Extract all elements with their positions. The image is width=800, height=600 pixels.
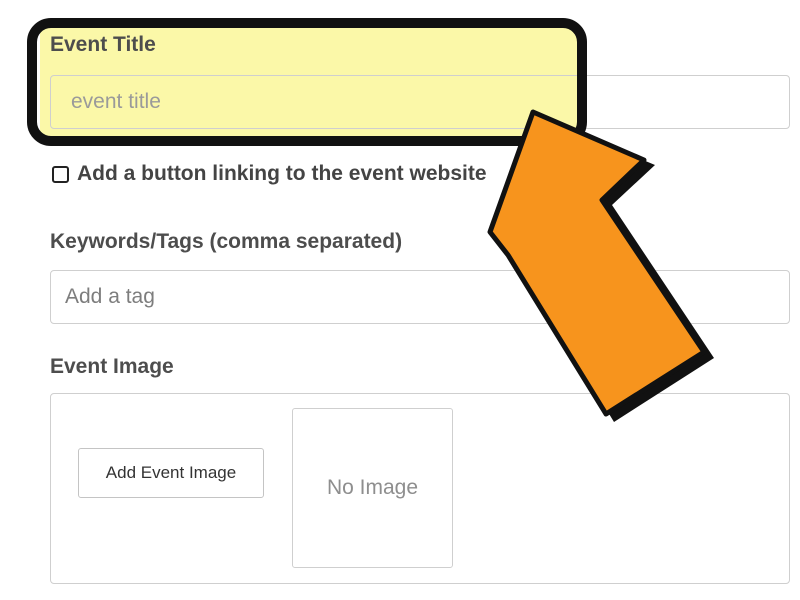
website-button-checkbox[interactable]: [52, 165, 69, 183]
event-title-input[interactable]: [50, 75, 790, 129]
tags-input[interactable]: [50, 270, 790, 324]
no-image-text: No Image: [326, 476, 419, 499]
add-event-image-button[interactable]: Add Event Image: [78, 448, 264, 498]
event-image-label: Event Image: [50, 355, 174, 378]
arrow-body: [487, 109, 707, 417]
tags-label: Keywords/Tags (comma separated): [50, 230, 403, 253]
event-title-label: Event Title: [50, 33, 156, 56]
website-button-label: Add a button linking to the event websit…: [77, 162, 487, 185]
website-button-option[interactable]: Add a button linking to the event websit…: [52, 162, 487, 186]
image-preview: No Image: [292, 408, 453, 568]
